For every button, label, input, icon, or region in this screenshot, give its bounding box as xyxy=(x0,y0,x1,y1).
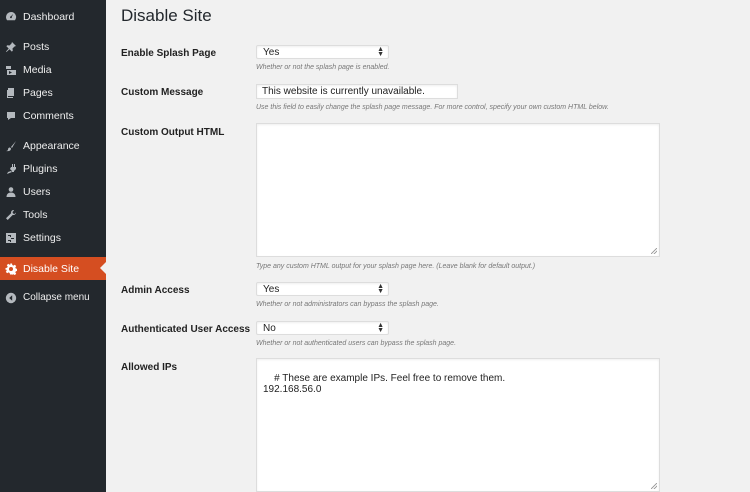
custom-html-label: Custom Output HTML xyxy=(121,127,225,138)
auth-user-access-label: Authenticated User Access xyxy=(121,324,251,335)
resize-handle-icon[interactable] xyxy=(651,483,657,489)
collapse-menu-button[interactable]: Collapse menu xyxy=(0,286,106,309)
sidebar-item-plugins[interactable]: Plugins xyxy=(0,157,106,180)
custom-html-textarea[interactable] xyxy=(256,123,660,257)
user-icon xyxy=(5,186,17,198)
custom-message-label: Custom Message xyxy=(121,87,204,98)
wrench-icon xyxy=(5,209,17,221)
sidebar-item-appearance[interactable]: Appearance xyxy=(0,134,106,157)
sidebar-item-label: Disable Site xyxy=(23,262,80,275)
collapse-arrow-icon xyxy=(5,292,17,304)
gear-icon xyxy=(5,263,17,275)
pages-icon xyxy=(5,87,17,99)
admin-access-value: Yes xyxy=(263,283,280,295)
sidebar-item-label: Posts xyxy=(23,40,50,53)
auth-user-access-value: No xyxy=(263,322,276,334)
select-arrows-icon: ▲ ▼ xyxy=(377,46,384,58)
settings-page: Disable Site Enable Splash Page Yes ▲ ▼ W… xyxy=(106,0,750,492)
comments-icon xyxy=(5,110,17,122)
admin-access-select[interactable]: Yes ▲ ▼ xyxy=(256,282,389,296)
sidebar-item-label: Pages xyxy=(23,86,53,99)
allowed-ips-value: # These are example IPs. Feel free to re… xyxy=(263,373,506,395)
sidebar-item-label: Plugins xyxy=(23,162,58,175)
pin-icon xyxy=(5,41,17,53)
allowed-ips-label: Allowed IPs xyxy=(121,362,178,373)
sidebar-item-comments[interactable]: Comments xyxy=(0,104,106,127)
settings-icon xyxy=(5,232,17,244)
custom-html-description: Type any custom HTML output for your spl… xyxy=(256,263,536,270)
auth-user-access-description: Whether or not authenticated users can b… xyxy=(256,340,457,347)
select-arrows-icon: ▲ ▼ xyxy=(377,283,384,295)
sidebar-item-label: Appearance xyxy=(23,139,80,152)
sidebar-item-label: Users xyxy=(23,185,51,198)
sidebar-item-settings[interactable]: Settings xyxy=(0,226,106,249)
sidebar-item-posts[interactable]: Posts xyxy=(0,35,106,58)
sidebar-item-dashboard[interactable]: Dashboard xyxy=(0,5,106,28)
plug-icon xyxy=(5,163,17,175)
brush-icon xyxy=(5,140,17,152)
splash-page-value: Yes xyxy=(263,46,280,58)
sidebar-item-label: Tools xyxy=(23,208,48,221)
collapse-menu-label: Collapse menu xyxy=(23,292,90,303)
page-title: Disable Site xyxy=(121,6,212,25)
media-icon xyxy=(5,64,17,76)
admin-access-label: Admin Access xyxy=(121,285,190,296)
select-arrows-icon: ▲ ▼ xyxy=(377,322,384,334)
sidebar-item-tools[interactable]: Tools xyxy=(0,203,106,226)
sidebar-item-disable-site[interactable]: Disable Site xyxy=(0,257,106,280)
splash-page-select[interactable]: Yes ▲ ▼ xyxy=(256,45,389,59)
allowed-ips-textarea[interactable]: # These are example IPs. Feel free to re… xyxy=(256,358,660,492)
dashboard-icon xyxy=(5,11,17,23)
sidebar-item-media[interactable]: Media xyxy=(0,58,106,81)
sidebar-item-label: Settings xyxy=(23,231,61,244)
splash-page-label: Enable Splash Page xyxy=(121,48,217,59)
admin-access-description: Whether or not administrators can bypass… xyxy=(256,301,439,308)
sidebar-item-label: Dashboard xyxy=(23,10,75,23)
splash-page-description: Whether or not the splash page is enable… xyxy=(256,64,390,71)
sidebar-item-label: Media xyxy=(23,63,52,76)
auth-user-access-select[interactable]: No ▲ ▼ xyxy=(256,321,389,335)
sidebar-item-pages[interactable]: Pages xyxy=(0,81,106,104)
sidebar-item-users[interactable]: Users xyxy=(0,180,106,203)
sidebar-item-label: Comments xyxy=(23,109,74,122)
custom-message-description: Use this field to easily change the spla… xyxy=(256,104,609,111)
admin-sidebar: Dashboard Posts Media Pages Comments App… xyxy=(0,0,106,492)
resize-handle-icon[interactable] xyxy=(651,248,657,254)
custom-message-input[interactable]: This website is currently unavailable. xyxy=(256,84,458,99)
